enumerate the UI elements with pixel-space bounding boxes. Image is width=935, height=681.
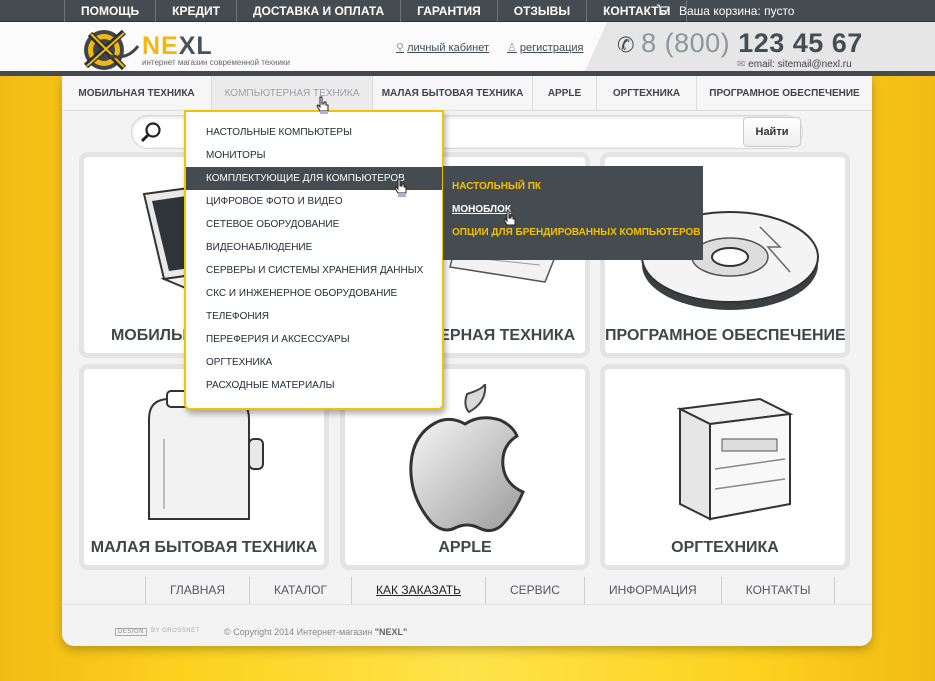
copyright-brand: "NEXL" (374, 627, 408, 637)
top-nav-reviews[interactable]: ОТЗЫВЫ (496, 0, 586, 22)
dropdown-item[interactable]: СКС И ИНЖЕНЕРНОЕ ОБОРУДОВАНИЕ (186, 282, 442, 305)
category-tile-office[interactable]: ОРГТЕХНИКА (600, 364, 850, 570)
brand-xl: XL (178, 32, 213, 60)
search-icon[interactable] (139, 120, 163, 144)
main-nav-apple[interactable]: APPLE (533, 76, 597, 111)
register-link[interactable]: ♙ регистрация (507, 41, 583, 54)
account-link[interactable]: ⚲ личный кабинет (396, 41, 489, 54)
submenu-item-hover[interactable]: МОНОБЛОК (443, 198, 703, 221)
dropdown-item[interactable]: ТЕЛЕФОНИЯ (186, 305, 442, 328)
account-link-label: личный кабинет (407, 42, 490, 54)
footer-link-info[interactable]: ИНФОРМАЦИЯ (583, 577, 721, 604)
cart-icon (657, 4, 670, 18)
footer-link-contacts[interactable]: КОНТАКТЫ (720, 577, 836, 604)
main-nav-computers[interactable]: КОМПЬЮТЕРНАЯ ТЕХНИКА (212, 76, 373, 111)
main-nav: МОБИЛЬНАЯ ТЕХНИКА КОМПЬЮТЕРНАЯ ТЕХНИКА М… (62, 76, 872, 111)
phone-icon: ✆ (617, 34, 636, 57)
top-nav-help[interactable]: ПОМОЩЬ (64, 0, 155, 22)
hand-cursor-icon (503, 210, 516, 226)
dropdown-item[interactable]: ОРГТЕХНИКА (186, 351, 442, 374)
footer-link-how-to-order[interactable]: КАК ЗАКАЗАТЬ (351, 577, 485, 604)
brand-ne: NE (142, 32, 179, 60)
brand-name[interactable]: NEXL (142, 32, 213, 61)
key-icon: ⚲ (396, 42, 405, 54)
main-nav-software[interactable]: ПРОГРАМНОЕ ОБЕСПЕЧЕНИЕ (697, 76, 872, 111)
computers-dropdown: НАСТОЛЬНЫЕ КОМПЬЮТЕРЫ МОНИТОРЫ КОМПЛЕКТУ… (184, 110, 444, 410)
dropdown-item[interactable]: МОНИТОРЫ (186, 144, 442, 167)
register-link-label: регистрация (519, 42, 584, 54)
footer-link-home[interactable]: ГЛАВНАЯ (145, 577, 249, 604)
phone-main: 123 45 67 (738, 28, 863, 58)
cart-text: Ваша корзина: пусто (679, 4, 795, 18)
footer-divider (62, 604, 872, 605)
dropdown-item[interactable]: СЕРВЕРЫ И СИСТЕМЫ ХРАНЕНИЯ ДАННЫХ (186, 259, 442, 282)
tile-title: ПРОГРАМНОЕ ОБЕСПЕЧЕНИЕ (605, 327, 846, 344)
design-by[interactable]: BY GROSSNET (151, 628, 200, 634)
dropdown-item[interactable]: НАСТОЛЬНЫЕ КОМПЬЮТЕРЫ (186, 121, 442, 144)
copyright-text: © Copyright 2014 Интернет-магазин (224, 627, 373, 637)
phone-prefix: 8 (800) (641, 28, 731, 58)
tile-title: ОРГТЕХНИКА (671, 539, 779, 556)
top-nav-credit[interactable]: КРЕДИТ (155, 0, 236, 22)
cart-status[interactable]: Ваша корзина: пусто (657, 0, 794, 22)
footer-link-catalog[interactable]: КАТАЛОГ (249, 577, 351, 604)
main-nav-mobile[interactable]: МОБИЛЬНАЯ ТЕХНИКА (62, 76, 212, 111)
search-button[interactable]: Найти (743, 117, 801, 147)
main-nav-appliances[interactable]: МАЛАЯ БЫТОВАЯ ТЕХНИКА (373, 76, 533, 111)
header: NEXL интернет магазин современной техник… (0, 22, 935, 76)
tile-title: МАЛАЯ БЫТОВАЯ ТЕХНИКА (90, 539, 318, 556)
header-links: ⚲ личный кабинет ♙ регистрация (396, 41, 583, 54)
components-submenu: НАСТОЛЬНЫЙ ПК МОНОБЛОК ОПЦИИ ДЛЯ БРЕНДИР… (443, 166, 703, 260)
dropdown-item[interactable]: РАСХОДНЫЕ МАТЕРИАЛЫ (186, 374, 442, 397)
footer-link-service[interactable]: СЕРВИС (484, 577, 584, 604)
footer-nav: ГЛАВНАЯ КАТАЛОГ КАК ЗАКАЗАТЬ СЕРВИС ИНФО… (145, 577, 836, 604)
logo-icon[interactable] (80, 26, 140, 72)
mail-icon: ✉ (737, 59, 749, 70)
tile-title: APPLE (438, 539, 492, 556)
dropdown-item[interactable]: ВИДЕОНАБЛЮДЕНИЕ (186, 236, 442, 259)
design-badge[interactable]: DESIGN (115, 628, 148, 636)
email[interactable]: ✉ email: sitemail@nexl.ru (737, 59, 852, 70)
user-icon: ♙ (507, 42, 517, 54)
top-nav: ПОМОЩЬ КРЕДИТ ДОСТАВКА И ОПЛАТА ГАРАНТИЯ… (64, 0, 688, 22)
submenu-item[interactable]: ОПЦИИ ДЛЯ БРЕНДИРОВАННЫХ КОМПЬЮТЕРОВ (443, 221, 703, 244)
hand-cursor-icon (316, 96, 329, 114)
main-nav-office[interactable]: ОРГТЕХНИКА (597, 76, 697, 111)
copyright: © Copyright 2014 Интернет-магазин "NEXL" (224, 627, 407, 637)
dropdown-item[interactable]: СЕТЕВОЕ ОБОРУДОВАНИЕ (186, 213, 442, 236)
tagline: интернет магазин современной техники (142, 58, 290, 67)
printer-icon (676, 397, 794, 521)
hand-cursor-icon (394, 178, 407, 197)
dropdown-item[interactable]: ПЕРЕФЕРИЯ И АКСЕССУАРЫ (186, 328, 442, 351)
submenu-item[interactable]: НАСТОЛЬНЫЙ ПК (443, 175, 703, 198)
email-text: email: sitemail@nexl.ru (748, 59, 852, 70)
top-bar: ПОМОЩЬ КРЕДИТ ДОСТАВКА И ОПЛАТА ГАРАНТИЯ… (0, 0, 935, 22)
top-nav-warranty[interactable]: ГАРАНТИЯ (400, 0, 497, 22)
phone-number[interactable]: ✆ 8 (800) 123 45 67 (617, 28, 863, 59)
top-nav-delivery[interactable]: ДОСТАВКА И ОПЛАТА (236, 0, 400, 22)
